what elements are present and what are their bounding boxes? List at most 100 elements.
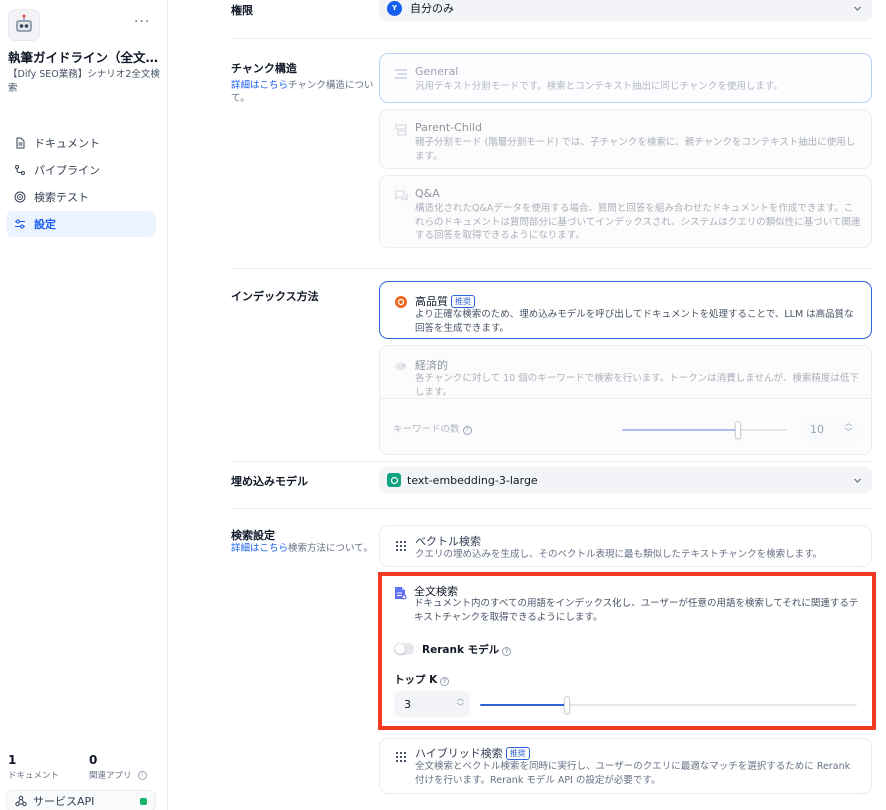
retrieval-settings-label: 検索設定	[231, 529, 275, 542]
pipeline-icon	[15, 165, 25, 175]
chunk-option-desc: 汎用テキスト分割モードです。検索とコンテキスト抽出に同じチャンクを使用します。	[415, 81, 783, 92]
learn-more-link[interactable]: 詳細はこちら	[231, 543, 288, 554]
chunk-option-general[interactable]: General 汎用テキスト分割モードです。検索とコンテキスト抽出に同じチャンク…	[379, 53, 872, 103]
chunk-structure-label: チャンク構造	[231, 62, 297, 75]
chunk-option-desc: 構造化されたQ&Aデータを使用する場合、質問と回答を組み合わせたドキュメントを作…	[415, 203, 861, 241]
stepper[interactable]: ︿ ﹀	[457, 694, 464, 712]
top-k-input[interactable]: 3 ︿ ﹀	[394, 691, 470, 717]
retrieval-option-vector[interactable]: ベクトル検索 クエリの埋め込みを生成し、そのベクトル表現に最も類似したテキストチ…	[379, 525, 872, 567]
retrieval-settings-help-text: 検索方法について。	[288, 543, 373, 554]
index-option-high-quality[interactable]: 高品質 推奨 より正確な検索のため、埋め込みモデルを呼び出してドキュメントを処理す…	[379, 281, 872, 339]
documents-count-label: ドキュメント	[8, 771, 60, 781]
chunk-structure-help: 詳細はこちらチャンク構造について。	[231, 79, 381, 105]
keyword-count-input[interactable]: 10 ︿ ﹀	[800, 416, 858, 442]
status-dot	[140, 797, 147, 805]
retrieval-option-desc: 全文検索とベクトル検索を同時に実行し、ユーザーのクエリに最適なマッチを選択するた…	[415, 761, 851, 786]
slider-fill	[622, 429, 738, 431]
high-quality-title: 高品質	[415, 295, 448, 308]
divider	[231, 461, 873, 462]
chevron-down-icon	[854, 478, 861, 483]
slider-thumb[interactable]	[563, 696, 570, 714]
embedding-model-select[interactable]: text-embedding-3-large	[379, 467, 872, 493]
top-k-slider[interactable]	[480, 696, 857, 714]
sidebar-item-label: 検索テスト	[34, 191, 89, 204]
keyword-count-label: キーワードの数?	[393, 421, 472, 435]
sidebar-item-pipeline[interactable]: パイプライン	[6, 157, 156, 183]
general-chunk-icon	[393, 66, 409, 82]
slider-thumb[interactable]	[734, 421, 741, 439]
avatar: Y	[387, 0, 402, 16]
embedding-model-label: 埋め込みモデル	[231, 475, 308, 488]
service-api-label: サービスAPI	[33, 795, 95, 808]
index-option-title: 経済的	[415, 359, 448, 372]
sidebar-item-label: パイプライン	[34, 164, 100, 177]
sidebar: ··· 執筆ガイドライン（全文検索） 【Dify SEO業務】シナリオ2全文検索…	[0, 0, 168, 810]
permission-value: 自分のみ	[410, 2, 454, 15]
fulltext-search-icon	[392, 585, 408, 601]
chunk-option-parent-child[interactable]: Parent-Child 親子分割モード (階層分割モード) では、子チャンクを…	[379, 109, 872, 169]
top-k-value: 3	[404, 697, 411, 711]
app-title: 執筆ガイドライン（全文検索）	[8, 50, 160, 65]
rerank-model-label: Rerank モデル?	[422, 642, 512, 657]
sidebar-item-label: 設定	[34, 218, 56, 231]
hybrid-search-icon	[393, 749, 409, 765]
related-apps-label: 関連アプリ	[89, 771, 132, 781]
retrieval-option-hybrid[interactable]: ハイブリッド検索 推奨 全文検索とベクトル検索を同時に実行し、ユーザーのクエリに最…	[379, 738, 872, 794]
settings-icon	[15, 219, 25, 229]
index-option-economy[interactable]: 経済的 各チャンクに対して 10 個のキーワードで検索を行います。トークンは消費…	[379, 345, 872, 455]
chevron-down-icon	[854, 6, 861, 11]
robot-icon	[8, 9, 40, 41]
documents-stat: 1 ドキュメント	[8, 753, 59, 781]
keyword-count-slider[interactable]	[622, 421, 787, 439]
slider-fill	[480, 704, 567, 706]
high-quality-icon	[393, 294, 409, 310]
more-options-button[interactable]: ···	[134, 14, 150, 30]
help-icon[interactable]: ?	[440, 677, 450, 686]
divider	[231, 508, 873, 509]
retrieval-option-desc: クエリの埋め込みを生成し、そのベクトル表現に最も類似したテキストチャンクを検索し…	[415, 549, 823, 560]
document-icon	[16, 137, 25, 149]
index-method-label: インデックス方法	[231, 290, 319, 303]
api-icon	[15, 795, 27, 807]
settings-main: 権限 Y 自分のみ チャンク構造 詳細はこちらチャンク構造について。 Gener…	[169, 0, 886, 810]
piggy-bank-icon	[393, 358, 409, 374]
permission-label: 権限	[231, 4, 253, 17]
sidebar-item-settings[interactable]: 設定	[6, 211, 156, 237]
divider	[231, 38, 873, 39]
retrieval-option-title: ベクトル検索	[415, 535, 481, 548]
chunk-option-desc: 親子分割モード (階層分割モード) では、子チャンクを検索に、親チャンクをコンテ…	[415, 137, 856, 162]
retrieval-option-fulltext[interactable]: 全文検索 ドキュメント内のすべての用語をインデックス化し、ユーザーが任意の用語を…	[379, 576, 872, 726]
vector-search-icon	[393, 538, 409, 554]
recommended-badge: 推奨	[451, 295, 475, 308]
chunk-option-title: Parent-Child	[415, 121, 482, 134]
info-icon[interactable]: i	[137, 770, 147, 780]
stepper[interactable]: ︿ ﹀	[845, 419, 852, 437]
chunk-option-title: General	[415, 65, 459, 78]
recommended-badge: 推奨	[505, 747, 530, 760]
embedding-model-value: text-embedding-3-large	[407, 473, 538, 487]
target-icon	[14, 191, 26, 203]
help-icon[interactable]: ?	[502, 647, 512, 656]
parent-child-icon	[393, 122, 409, 138]
app-description: 【Dify SEO業務】シナリオ2全文検索	[8, 69, 160, 94]
chunk-option-title: Q&A	[415, 187, 440, 200]
learn-more-link[interactable]: 詳細はこちら	[231, 80, 288, 91]
sidebar-item-documents[interactable]: ドキュメント	[6, 130, 156, 156]
top-k-label: トップ K?	[394, 672, 450, 687]
qa-icon	[393, 188, 409, 204]
retrieval-settings-help: 詳細はこちら検索方法について。	[231, 542, 381, 555]
related-apps-stat: 0 関連アプリ i	[89, 753, 147, 781]
keyword-count-value: 10	[810, 422, 824, 436]
rerank-toggle[interactable]	[394, 643, 414, 655]
permission-select[interactable]: Y 自分のみ	[379, 0, 872, 21]
divider	[380, 398, 871, 399]
retrieval-option-desc: ドキュメント内のすべての用語をインデックス化し、ユーザーが任意の用語を検索してそ…	[414, 598, 859, 623]
service-api-button[interactable]: サービスAPI	[6, 790, 156, 810]
sidebar-item-retrieval-test[interactable]: 検索テスト	[6, 184, 156, 210]
sidebar-item-label: ドキュメント	[34, 137, 100, 150]
keyword-count-label-text: キーワードの数	[393, 424, 460, 435]
chunk-option-qa[interactable]: Q&A 構造化されたQ&Aデータを使用する場合、質問と回答を組み合わせたドキュメ…	[379, 175, 872, 248]
help-icon[interactable]: ?	[462, 426, 472, 435]
retrieval-option-title: ハイブリッド検索 推奨	[415, 745, 530, 761]
sidebar-nav: ドキュメント パイプライン 検索テスト 設定	[6, 130, 156, 238]
